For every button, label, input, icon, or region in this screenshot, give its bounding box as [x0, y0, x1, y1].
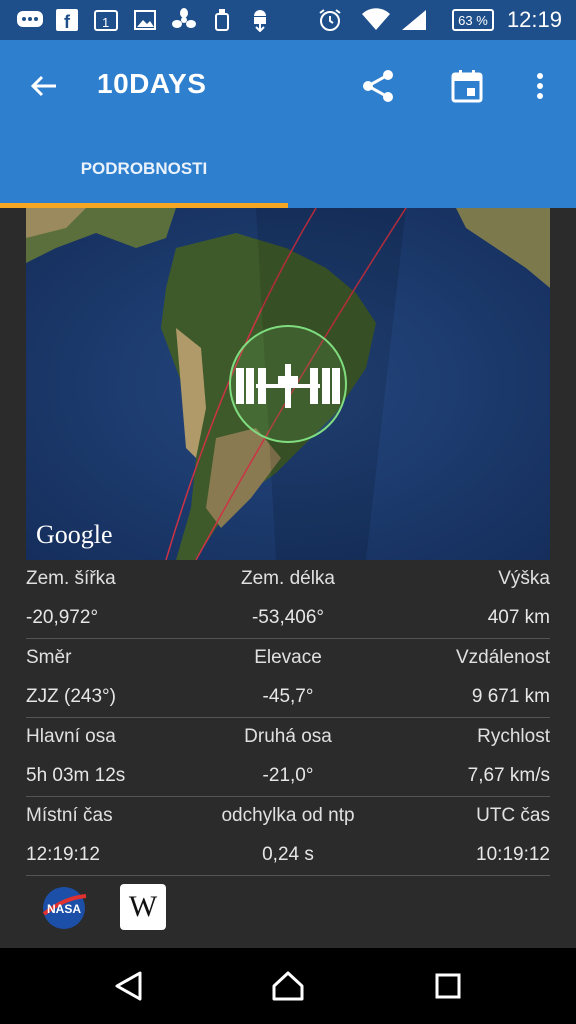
- utc-time-label: UTC čas: [476, 805, 550, 826]
- ntp-offset-label: odchylka od ntp: [221, 805, 355, 826]
- back-arrow-icon[interactable]: [20, 62, 68, 110]
- elevation-value: -45,7°: [262, 686, 314, 707]
- altitude-label: Výška: [498, 568, 550, 589]
- distance-value: 9 671 km: [471, 686, 550, 707]
- more-options-icon[interactable]: [516, 62, 564, 110]
- signal-icon: [400, 8, 428, 32]
- wifi-icon: [360, 8, 392, 32]
- minor-axis-value: -21,0°: [262, 765, 314, 786]
- minor-axis-label: Druhá osa: [244, 726, 332, 747]
- longitude-value: -53,406°: [251, 607, 325, 628]
- details-label-row: Zem. šířka Zem. délka Výška: [26, 560, 550, 599]
- image-icon: [134, 8, 156, 32]
- fan-icon: [172, 8, 196, 32]
- speed-value: 7,67 km/s: [467, 765, 550, 786]
- direction-value: ZJZ (243°): [26, 686, 116, 707]
- details-value-row: -20,972° -53,406° 407 km: [26, 599, 550, 638]
- system-nav-bar: [0, 948, 576, 1024]
- details-value-row: 5h 03m 12s -21,0° 7,67 km/s: [26, 757, 550, 796]
- calendar-badge-icon: 1: [94, 8, 118, 32]
- svg-text:1: 1: [102, 15, 109, 30]
- details-label-row: Místní čas odchylka od ntp UTC čas: [26, 797, 550, 836]
- google-attribution: Google: [36, 520, 113, 549]
- details-value-row: 12:19:12 0,24 s 10:19:12: [26, 836, 550, 875]
- details-label-row: Hlavní osa Druhá osa Rychlost: [26, 718, 550, 757]
- divider: [26, 875, 550, 876]
- latitude-label: Zem. šířka: [26, 568, 116, 589]
- svg-text:f: f: [64, 12, 71, 31]
- calendar-event-icon[interactable]: [443, 62, 491, 110]
- latitude-value: -20,972°: [26, 607, 99, 628]
- android-download-icon: [248, 8, 272, 32]
- local-time-label: Místní čas: [26, 805, 113, 826]
- svg-text:NASA: NASA: [47, 902, 81, 916]
- battery-indicator: 63 %: [452, 9, 494, 31]
- wikipedia-link[interactable]: W: [120, 884, 166, 930]
- facebook-icon: f: [56, 8, 78, 32]
- major-axis-value: 5h 03m 12s: [26, 765, 126, 786]
- satellite-map[interactable]: Google: [26, 208, 550, 560]
- page-title: 10DAYS: [97, 68, 207, 99]
- details-label-row: Směr Elevace Vzdálenost: [26, 639, 550, 678]
- distance-label: Vzdálenost: [455, 647, 550, 668]
- status-time: 12:19: [506, 7, 562, 32]
- wikipedia-logo-icon: W: [128, 890, 158, 923]
- tab-bar: PODROBNOSTI: [0, 130, 576, 208]
- tab-podrobnosti[interactable]: PODROBNOSTI: [0, 130, 288, 208]
- speed-label: Rychlost: [477, 726, 550, 747]
- share-icon[interactable]: [354, 62, 402, 110]
- nasa-logo-icon: NASA: [42, 887, 87, 929]
- app-toolbar: 10DAYS: [0, 40, 576, 130]
- utc-time-value: 10:19:12: [476, 844, 550, 865]
- nav-back-icon[interactable]: [104, 966, 152, 1006]
- longitude-label: Zem. délka: [241, 568, 335, 589]
- local-time-value: 12:19:12: [26, 844, 100, 865]
- map-image: [26, 208, 550, 560]
- elevation-label: Elevace: [254, 647, 322, 668]
- ntp-offset-value: 0,24 s: [262, 844, 314, 865]
- altitude-value: 407 km: [487, 607, 550, 628]
- alarm-icon: [318, 8, 342, 32]
- external-links: NASA W: [26, 880, 550, 936]
- major-axis-label: Hlavní osa: [26, 726, 116, 747]
- status-bar: f 1 63 % 12:19: [0, 0, 576, 40]
- iss-icon: [236, 364, 340, 408]
- details-value-row: ZJZ (243°) -45,7° 9 671 km: [26, 678, 550, 717]
- nasa-link[interactable]: NASA: [40, 884, 88, 932]
- nav-recents-icon[interactable]: [424, 966, 472, 1006]
- details-grid: Zem. šířka Zem. délka Výška -20,972° -53…: [26, 560, 550, 876]
- chat-icon: [16, 8, 44, 32]
- direction-label: Směr: [26, 647, 72, 668]
- nav-home-icon[interactable]: [264, 966, 312, 1006]
- usb-device-icon: [212, 8, 232, 32]
